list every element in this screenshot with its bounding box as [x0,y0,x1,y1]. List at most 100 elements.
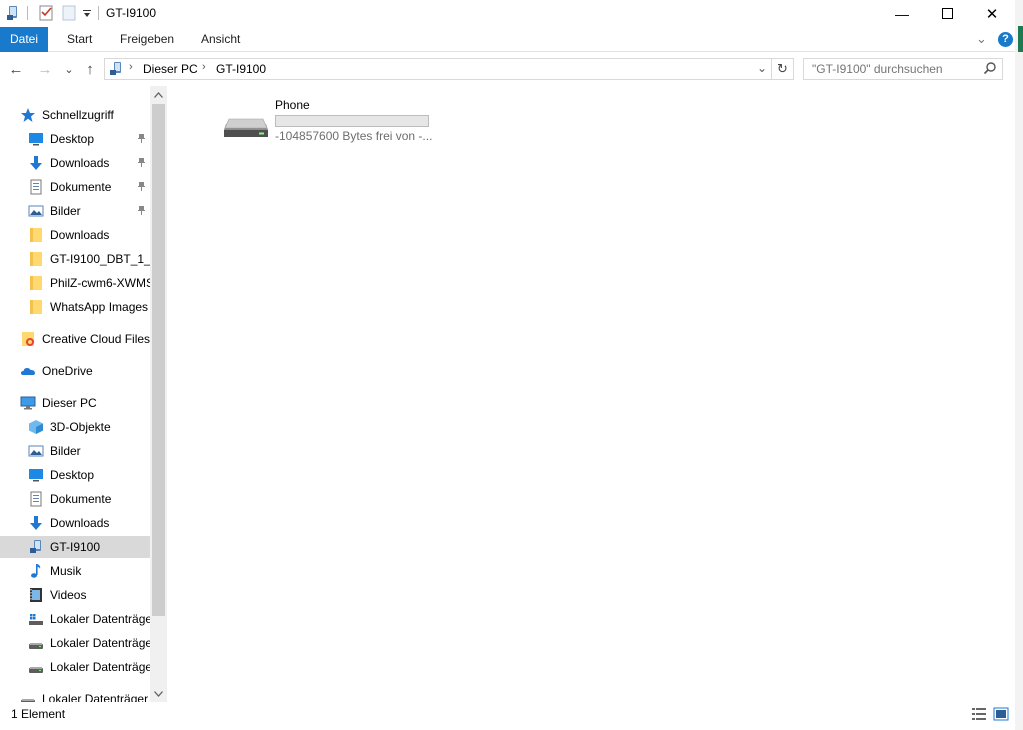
music-icon [28,563,44,579]
scroll-up-icon[interactable] [150,86,167,103]
close-button[interactable]: ✕ [969,0,1015,27]
navigation-pane: Schnellzugriff Desktop Downloads Dokumen… [0,86,167,702]
tree-item-local-disk[interactable]: Lokaler Datenträger [0,608,150,630]
tree-label: OneDrive [42,364,93,378]
tree-item-folder[interactable]: PhilZ-cwm6-XWMS [0,272,150,294]
tree-item-music[interactable]: Musik [0,560,150,582]
tree-item-local-disk[interactable]: Lokaler Datenträger [0,632,150,654]
tree-item-3d-objects[interactable]: 3D-Objekte [0,416,150,438]
computer-icon [20,395,36,411]
content-area: Phone -104857600 Bytes frei von -... [167,86,1015,702]
title-bar: GT-I9100 — ✕ [0,0,1015,27]
tree-label: Lokaler Datenträger [50,660,150,674]
tree-item-desktop[interactable]: Desktop [0,464,150,486]
maximize-button[interactable] [924,0,970,27]
breadcrumb-device[interactable]: GT-I9100 [216,62,266,76]
scrollbar-thumb[interactable] [152,104,165,616]
tree-label: Videos [50,588,87,602]
tree-item-documents[interactable]: Dokumente [0,176,150,198]
tree-label: PhilZ-cwm6-XWMS [50,276,150,290]
status-bar: 1 Element [0,702,1015,726]
back-button[interactable]: ← [6,58,26,80]
tab-start[interactable]: Start [56,27,103,52]
qat-dropdown-icon[interactable] [82,8,92,26]
up-button[interactable]: ↑ [80,58,100,80]
tree-creative-cloud[interactable]: Creative Cloud Files [0,328,150,350]
phone-storage-tile[interactable]: Phone -104857600 Bytes frei von -... [223,96,433,152]
title-divider [98,6,99,20]
navigation-scrollbar[interactable] [150,86,167,702]
tree-label: Dokumente [50,180,112,194]
search-input[interactable] [804,59,979,79]
documents-icon [28,491,44,507]
tree-item-pictures[interactable]: Bilder [0,200,150,222]
checklist-icon[interactable] [38,4,54,22]
help-icon[interactable]: ? [998,32,1013,47]
phone-device-icon [108,61,124,80]
tree-label: 3D-Objekte [50,420,111,434]
tree-label: Downloads [50,516,110,530]
tiles-view-icon[interactable] [992,706,1010,722]
tree-item-desktop[interactable]: Desktop [0,128,150,150]
pictures-icon [28,443,44,459]
tree-item-pictures[interactable]: Bilder [0,440,150,462]
drive-icon [28,659,44,675]
tree-item-local-disk[interactable]: Lokaler Datenträger ( [0,688,150,702]
tree-label: Creative Cloud Files [42,332,150,346]
tab-file[interactable]: Datei [0,27,48,52]
pin-icon [137,133,146,146]
tree-label: Musik [50,564,82,578]
explorer-window: GT-I9100 — ✕ Datei Start Freigeben Ansic… [0,0,1015,726]
refresh-button[interactable]: ↻ [772,58,794,80]
tree-onedrive[interactable]: OneDrive [0,360,150,382]
tree-item-videos[interactable]: Videos [0,584,150,606]
search-icon[interactable] [983,61,997,78]
tree-item-folder[interactable]: GT-I9100_DBT_1_20 [0,248,150,270]
3d-objects-icon [28,419,44,435]
tree-label: Schnellzugriff [42,108,114,122]
minimize-button[interactable]: — [879,0,925,27]
background-window-strip [1015,0,1023,730]
star-icon [20,107,36,123]
pictures-icon [28,203,44,219]
tree-label: Lokaler Datenträger ( [42,692,150,702]
drive-icon [20,691,36,702]
folder-icon [28,275,44,291]
tree-label: Bilder [50,204,81,218]
downloads-icon [28,515,44,531]
tree-item-folder[interactable]: Downloads [0,224,150,246]
breadcrumb-this-pc[interactable]: Dieser PC [143,62,198,76]
tree-label: Lokaler Datenträger [50,612,150,626]
ribbon-expand-icon[interactable]: ⌄ [976,31,987,47]
tree-this-pc[interactable]: Dieser PC [0,392,150,414]
tab-share[interactable]: Freigeben [109,27,185,52]
scroll-down-icon[interactable] [150,685,167,702]
desktop-icon [28,467,44,483]
tree-item-documents[interactable]: Dokumente [0,488,150,510]
tree-label: Desktop [50,468,95,482]
properties-icon[interactable] [5,4,21,22]
new-folder-icon[interactable] [61,4,77,22]
tree-item-folder[interactable]: WhatsApp Images [0,296,150,318]
background-accent [1018,26,1023,52]
pin-icon [137,157,146,170]
tree-label: Desktop [50,132,95,146]
forward-button[interactable]: → [35,58,55,80]
recent-locations-button[interactable]: ⌄ [62,58,76,80]
tree-item-gt-i9100[interactable]: GT-I9100 [0,536,150,558]
details-view-icon[interactable] [970,706,988,722]
tree-item-downloads[interactable]: Downloads [0,512,150,534]
tab-view[interactable]: Ansicht [190,27,251,52]
drive-name: Phone [275,98,310,112]
tree-quick-access[interactable]: Schnellzugriff [0,104,150,126]
drive-free-space: -104857600 Bytes frei von -... [275,129,433,143]
tree-label: Downloads [50,156,110,170]
address-bar[interactable]: › Dieser PC › GT-I9100 ⌄ [104,58,772,80]
breadcrumb-separator: › [129,61,133,73]
tree-label: Dokumente [50,492,112,506]
qat-divider [27,6,28,20]
address-dropdown-icon[interactable]: ⌄ [757,61,767,75]
address-row: ← → ⌄ ↑ › Dieser PC › GT-I9100 ⌄ ↻ [0,52,1015,86]
tree-item-local-disk[interactable]: Lokaler Datenträger [0,656,150,678]
tree-item-downloads[interactable]: Downloads [0,152,150,174]
